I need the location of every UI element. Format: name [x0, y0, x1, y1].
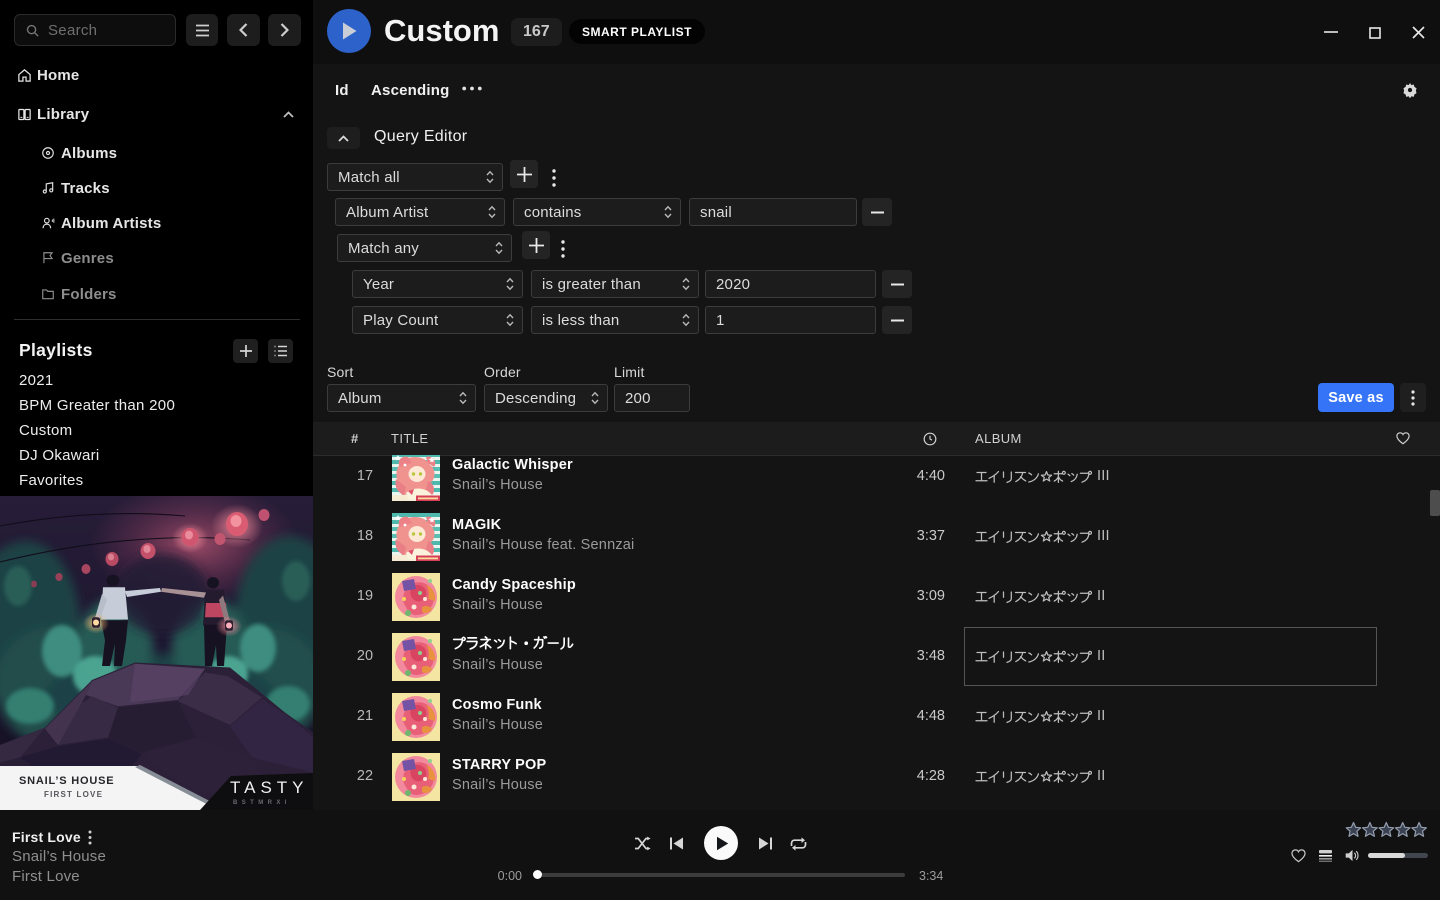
svg-text:BSTMRXI: BSTMRXI: [233, 800, 291, 806]
svg-text:TASTY: TASTY: [230, 778, 309, 797]
svg-text:FIRST LOVE: FIRST LOVE: [44, 790, 103, 799]
svg-text:SNAIL’S HOUSE: SNAIL’S HOUSE: [19, 775, 114, 787]
